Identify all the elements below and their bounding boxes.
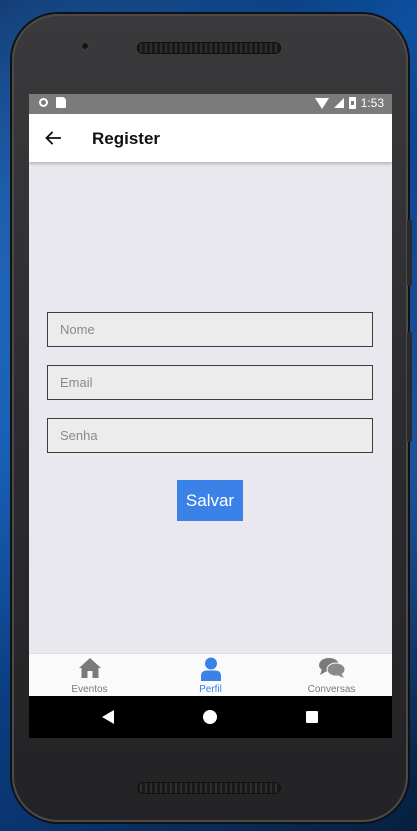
arrow-left-icon[interactable] [43,128,63,148]
name-field[interactable] [47,312,373,347]
tab-conversas[interactable]: Conversas [271,654,392,697]
app-header: Register [29,114,392,162]
earpiece-speaker [137,42,281,54]
tab-eventos[interactable]: Eventos [29,654,150,697]
nav-home-icon[interactable] [203,710,217,724]
sd-card-icon [56,97,66,108]
notification-dot-icon [39,98,48,107]
comments-icon [318,658,345,678]
nav-back-icon[interactable] [102,710,114,724]
tab-label-eventos: Eventos [71,684,108,695]
email-field[interactable] [47,365,373,400]
android-nav-bar [29,696,392,738]
home-icon [78,658,101,678]
tab-perfil[interactable]: Perfil [150,654,271,697]
password-field[interactable] [47,418,373,453]
tab-label-conversas: Conversas [307,684,356,695]
battery-icon [348,97,356,109]
save-button[interactable]: Salvar [177,480,243,521]
status-bar: 1:53 [29,94,392,114]
page-title: Register [92,129,161,148]
signal-icon [333,98,344,108]
wifi-icon [314,97,329,109]
app-screen: 1:53 Register Salvar Eventos Perfil [29,94,392,738]
nav-recents-icon[interactable] [306,711,318,723]
status-time: 1:53 [360,96,384,110]
camera-icon [81,42,89,50]
volume-button [407,220,412,286]
power-button [407,332,412,442]
bottom-speaker [137,782,281,794]
bottom-tab-bar: Eventos Perfil Conversas [29,653,392,696]
user-icon [200,657,221,681]
tab-label-perfil: Perfil [199,684,222,695]
